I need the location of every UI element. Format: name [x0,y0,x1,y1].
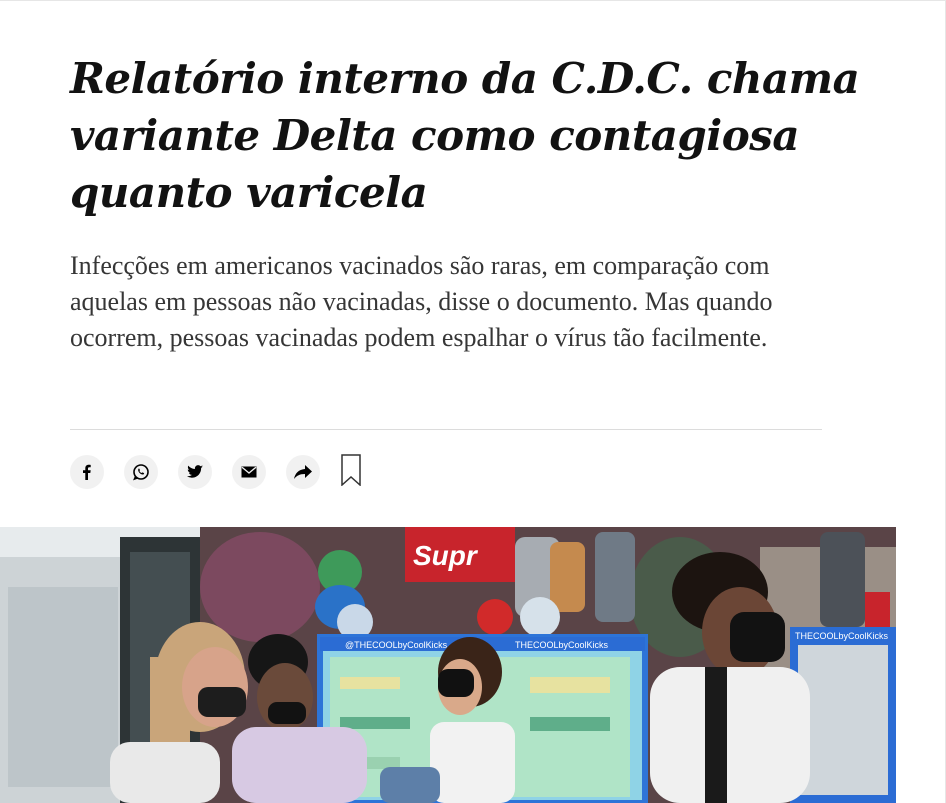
facebook-share-button[interactable] [70,455,104,489]
whatsapp-share-button[interactable] [124,455,158,489]
twitter-icon [187,465,203,479]
shelf-sign-left: @THECOOLbyCoolKicks [345,640,448,650]
top-border [0,0,946,1]
shelf-sign-right: THECOOLbyCoolKicks [795,631,889,641]
bookmark-icon [341,454,361,490]
article-headline: Relatório interno da C.D.C. chama varian… [70,54,860,217]
save-article-button[interactable] [340,454,362,490]
article-summary: Infecções em americanos vacinados são ra… [70,251,773,352]
facebook-icon [79,464,95,480]
email-icon [241,466,257,478]
more-share-button[interactable] [286,455,320,489]
supreme-sign-text: Supr [413,540,479,571]
share-arrow-icon [294,465,312,479]
article-photo: Supr @THECOOLbyCoolKicks THECOOLbyCoolKi… [0,527,896,803]
whatsapp-icon [132,463,150,481]
supreme-sign: Supr [405,527,515,582]
share-toolbar [70,454,362,490]
email-share-button[interactable] [232,455,266,489]
divider [70,429,822,430]
twitter-share-button[interactable] [178,455,212,489]
shelf-sign-center: THECOOLbyCoolKicks [515,640,609,650]
